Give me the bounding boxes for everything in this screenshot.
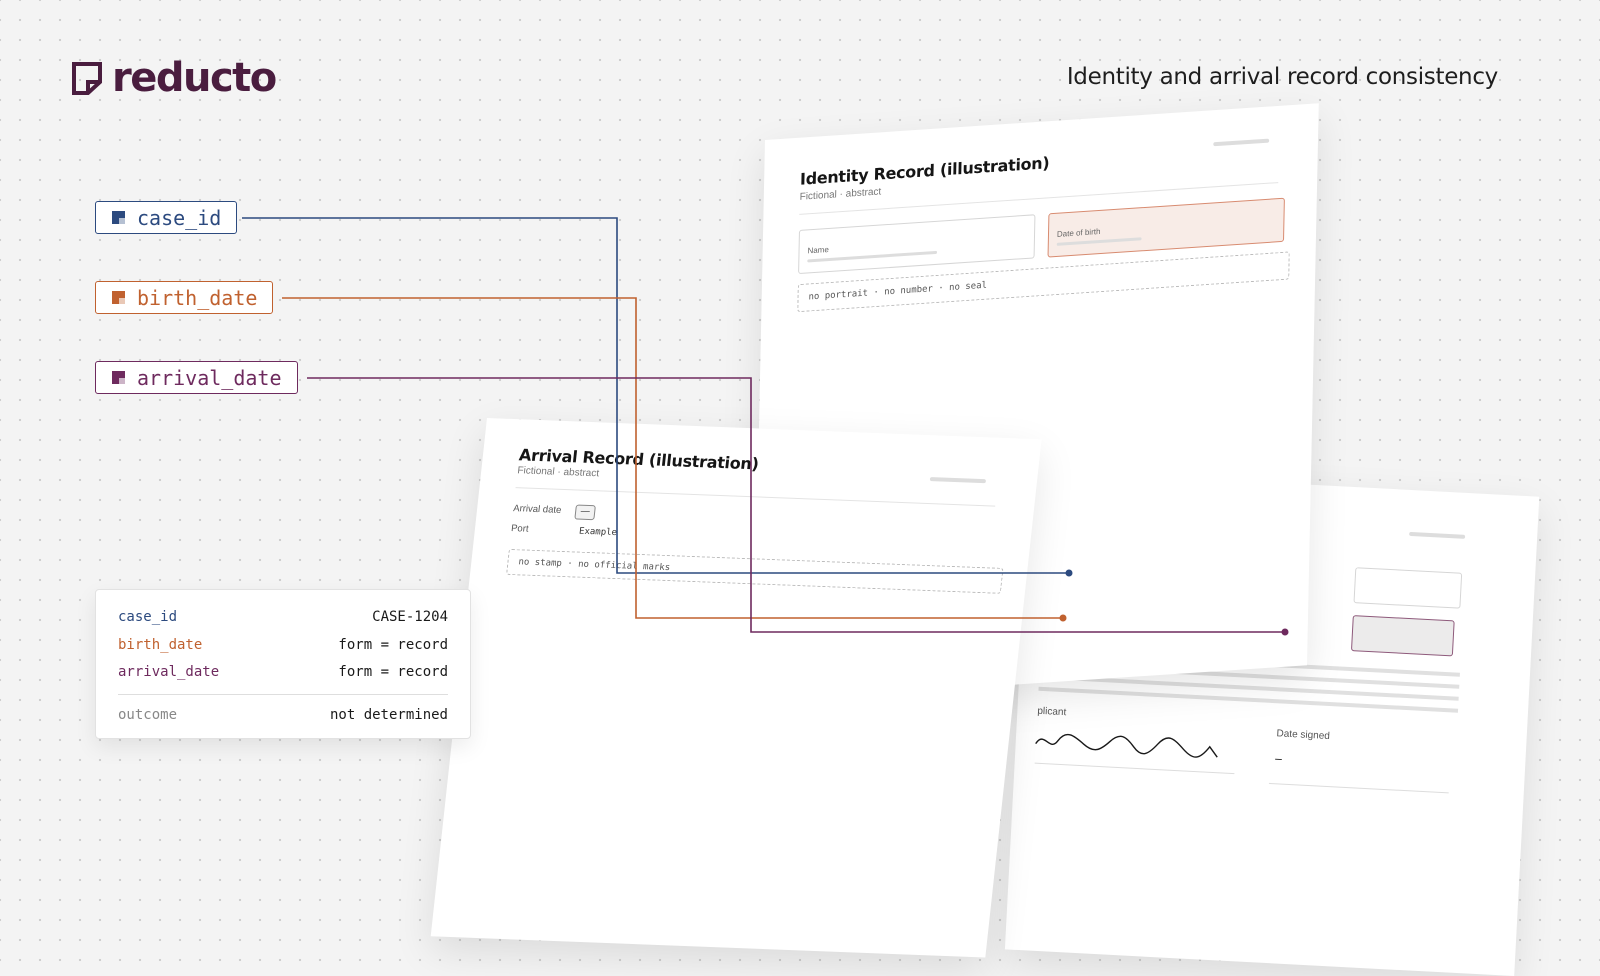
case-id-endpoint (1065, 569, 1073, 577)
field-chip-case-id[interactable]: case_id (95, 201, 238, 234)
summary-divider (118, 693, 448, 695)
field-chip-icon (112, 291, 125, 304)
summary-value: form = record (338, 664, 448, 680)
summary-row-birth-date: birth_date form = record (118, 635, 448, 663)
field-chip-label: arrival_date (137, 365, 282, 390)
summary-value: CASE-1204 (372, 609, 448, 625)
summary-row-outcome: outcome not determined (118, 705, 448, 733)
field-chip-label: birth_date (137, 285, 258, 310)
field-chip-icon (112, 371, 125, 384)
arrival-date-endpoint (1281, 628, 1289, 636)
outcome-key: outcome (118, 706, 178, 723)
case-id-connector (242, 217, 1069, 574)
summary-row-case-id: case_id CASE-1204 (118, 607, 448, 635)
summary-key: arrival_date (118, 664, 220, 680)
summary-card: case_id CASE-1204 birth_date form = reco… (95, 589, 471, 739)
summary-key: birth_date (118, 636, 203, 653)
field-chip-arrival-date[interactable]: arrival_date (95, 361, 298, 394)
field-chip-birth-date[interactable]: birth_date (95, 281, 274, 314)
field-chip-label: case_id (137, 205, 222, 230)
outcome-value: not determined (329, 706, 448, 723)
summary-value: form = record (338, 636, 448, 653)
connector-lines (242, 217, 1289, 636)
summary-key: case_id (118, 609, 178, 625)
birth-date-connector (282, 297, 1063, 619)
birth-date-endpoint (1059, 614, 1067, 622)
summary-row-arrival-date: arrival_date form = record (118, 662, 448, 690)
field-chip-icon (112, 211, 125, 224)
